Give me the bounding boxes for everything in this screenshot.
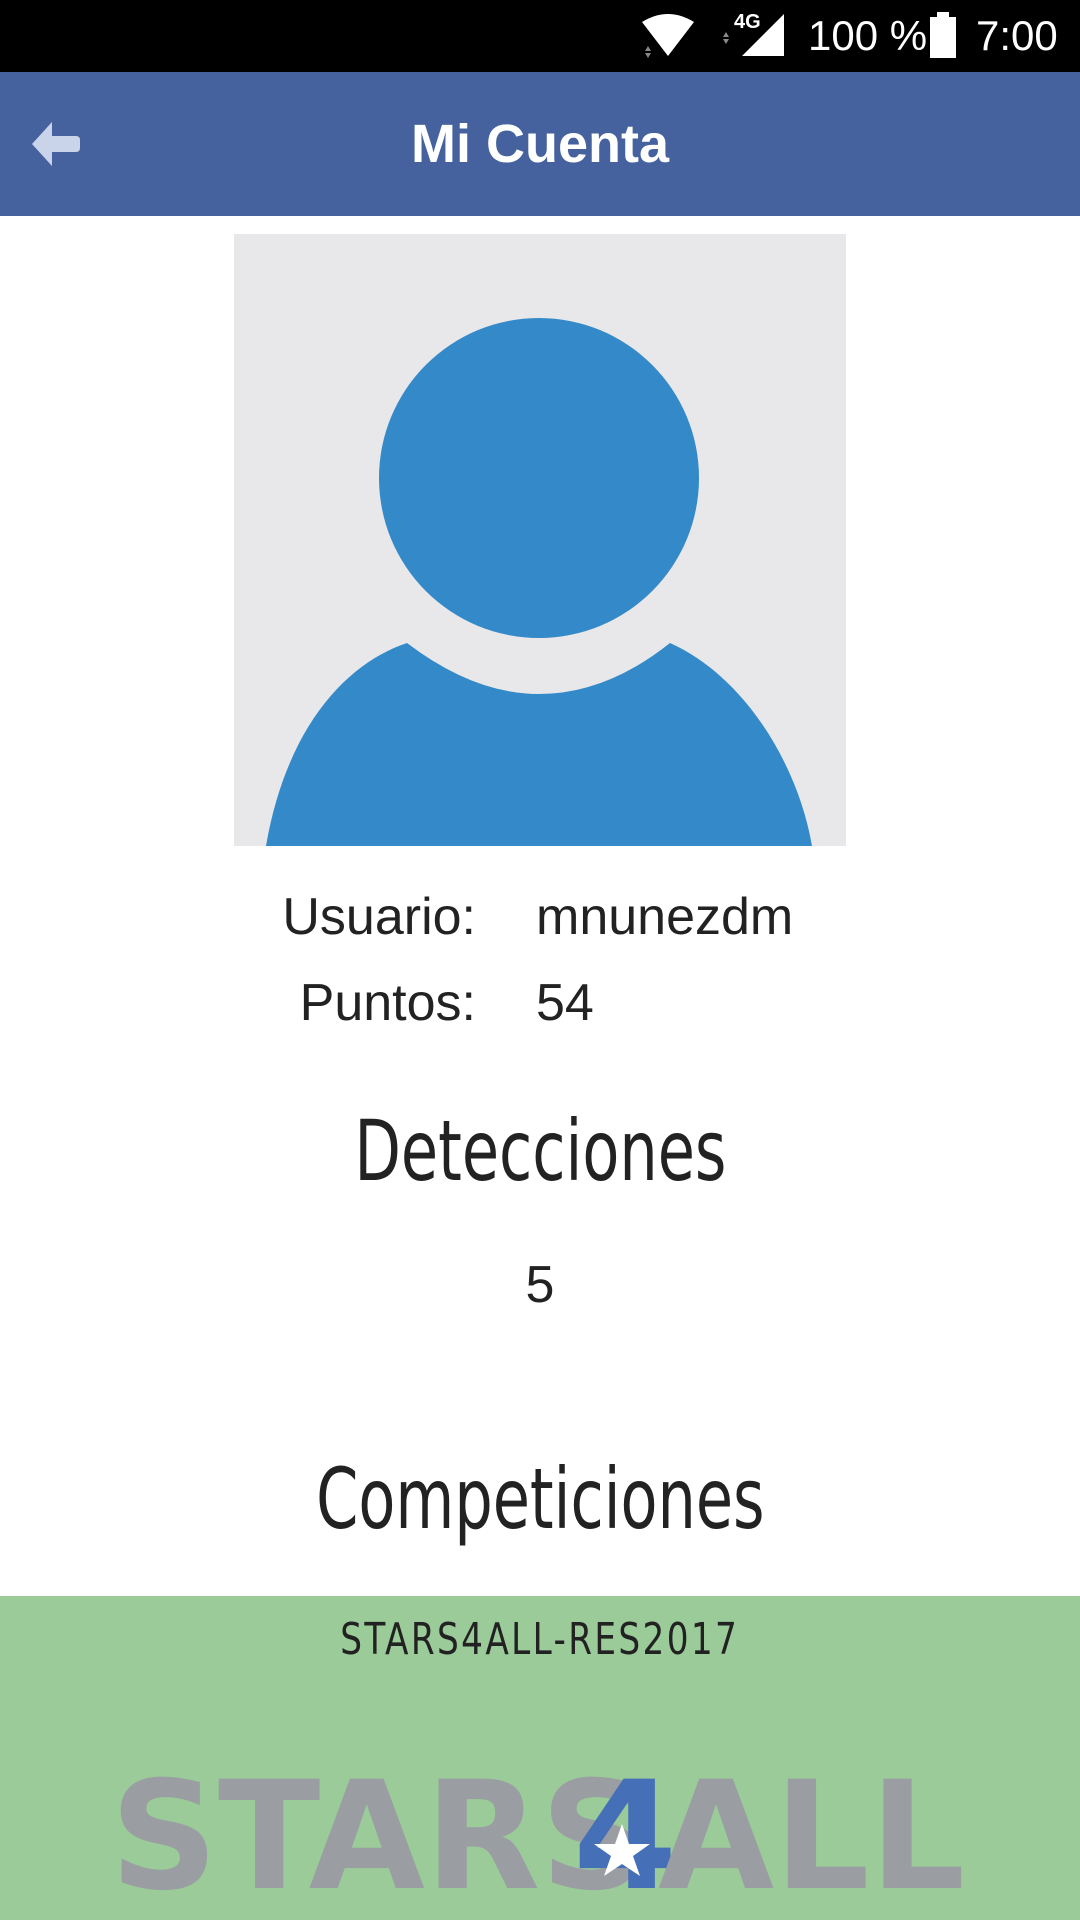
cellular-signal-icon: 4G — [723, 11, 784, 56]
account-screen: 4G 100 % 7:00 Mi Cuenta Usuario: mnunezd… — [0, 0, 1080, 1920]
user-avatar-icon — [266, 318, 812, 846]
network-type: 4G — [734, 11, 761, 33]
points-value: 54 — [536, 974, 594, 1032]
username-value: mnunezdm — [536, 888, 794, 946]
detections-heading: Detecciones — [353, 1102, 727, 1200]
points-row: Puntos: 54 — [0, 968, 1080, 1038]
username-label: Usuario: — [282, 888, 476, 946]
app-bar: Mi Cuenta — [0, 72, 1080, 216]
points-label: Puntos: — [299, 974, 476, 1032]
username-row: Usuario: mnunezdm — [0, 882, 1080, 952]
detections-count: 5 — [525, 1256, 555, 1314]
competitions-heading: Competiciones — [315, 1450, 765, 1548]
svg-text:ALL: ALL — [658, 1764, 965, 1914]
competition-card[interactable]: STARS4ALL-RES2017 STARS 4 ALL — [0, 1596, 1080, 1920]
avatar[interactable] — [234, 234, 846, 846]
status-bar: 4G 100 % 7:00 — [0, 0, 1080, 72]
svg-text:STARS: STARS — [110, 1764, 648, 1914]
back-button[interactable] — [24, 112, 88, 176]
battery-icon — [930, 12, 956, 58]
stars4all-logo: STARS 4 ALL — [110, 1764, 965, 1914]
arrow-left-icon — [32, 122, 80, 166]
page-title: Mi Cuenta — [410, 114, 669, 174]
wifi-icon — [642, 14, 694, 58]
clock: 7:00 — [976, 12, 1058, 59]
battery-percent: 100 % — [808, 12, 928, 59]
competition-name: STARS4ALL-RES2017 — [340, 1614, 740, 1665]
